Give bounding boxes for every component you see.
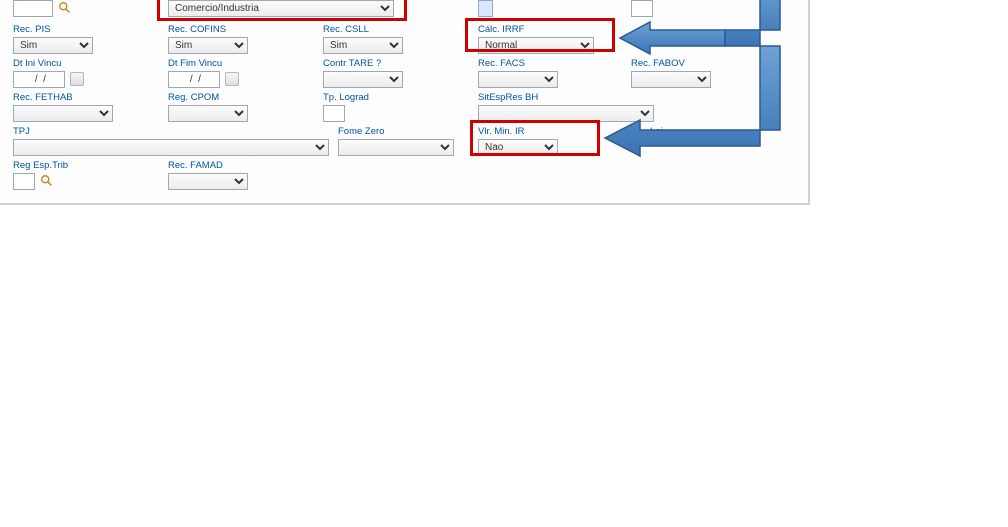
field-top-ir-check [478, 0, 493, 17]
field-contr-tare: Contr TARE ? [323, 58, 403, 88]
dt-ini-label: Dt Ini Vincu [13, 58, 84, 69]
reg-cpom-select[interactable] [168, 105, 248, 122]
search-icon[interactable] [40, 174, 54, 188]
field-rec-facs: Rec. FACS [478, 58, 558, 88]
fome-zero-label: Fome Zero [338, 126, 454, 137]
calc-irrf-select[interactable]: Normal [478, 37, 594, 54]
lei-small-input[interactable] [631, 0, 653, 17]
rec-fabov-select[interactable] [631, 71, 711, 88]
top-code-input[interactable] [13, 0, 53, 17]
field-sitespres: SitEspRes BH [478, 92, 654, 122]
contr-tare-select[interactable] [323, 71, 403, 88]
rec-facs-label: Rec. FACS [478, 58, 558, 69]
reg-cpom-label: Reg. CPOM [168, 92, 248, 103]
calendar-icon[interactable] [225, 72, 239, 86]
rec-fethab-select[interactable] [13, 105, 113, 122]
field-top-code [13, 0, 72, 17]
tpj-label: TPJ [13, 126, 329, 137]
field-lei: Lei [650, 126, 663, 139]
industry-select[interactable]: Comercio/Industria [168, 0, 394, 17]
field-rec-fethab: Rec. FETHAB [13, 92, 113, 122]
field-reg-esp-trib: Reg Esp.Trib [13, 160, 68, 190]
field-top-industry: Comercio/Industria [168, 0, 394, 17]
rec-facs-select[interactable] [478, 71, 558, 88]
rec-pis-select[interactable]: Sim [13, 37, 93, 54]
sitespres-select[interactable] [478, 105, 654, 122]
field-rec-pis: Rec. PIS Sim [13, 24, 93, 54]
rec-csll-select[interactable]: Sim [323, 37, 403, 54]
ir-small-input[interactable] [478, 0, 493, 17]
reg-esp-trib-input[interactable] [13, 173, 35, 190]
field-tpj: TPJ [13, 126, 329, 156]
rec-cofins-label: Rec. COFINS [168, 24, 248, 35]
rec-csll-label: Rec. CSLL [323, 24, 403, 35]
field-tp-lograd: Tp. Lograd [323, 92, 369, 122]
dt-ini-input[interactable] [13, 71, 65, 88]
tp-lograd-label: Tp. Lograd [323, 92, 369, 103]
contr-tare-label: Contr TARE ? [323, 58, 403, 69]
dt-fim-input[interactable] [168, 71, 220, 88]
field-rec-cofins: Rec. COFINS Sim [168, 24, 248, 54]
search-icon[interactable] [58, 1, 72, 15]
rec-famad-label: Rec. FAMAD [168, 160, 248, 171]
tpj-select[interactable] [13, 139, 329, 156]
vlr-min-ir-select[interactable]: Nao [478, 139, 558, 156]
field-calc-irrf: Cálc. IRRF Normal [478, 24, 594, 54]
rec-famad-select[interactable] [168, 173, 248, 190]
reg-esp-trib-label: Reg Esp.Trib [13, 160, 68, 171]
rec-fabov-label: Rec. FABOV [631, 58, 711, 69]
field-fome-zero: Fome Zero [338, 126, 454, 156]
field-rec-csll: Rec. CSLL Sim [323, 24, 403, 54]
field-rec-famad: Rec. FAMAD [168, 160, 248, 190]
vlr-min-ir-label: Vlr. Min. IR [478, 126, 558, 137]
rec-fethab-label: Rec. FETHAB [13, 92, 113, 103]
field-vlr-min-ir: Vlr. Min. IR Nao [478, 126, 558, 156]
rec-cofins-select[interactable]: Sim [168, 37, 248, 54]
tp-lograd-input[interactable] [323, 105, 345, 122]
field-top-lei-input [631, 0, 653, 17]
form-panel: Comercio/Industria Rec. PIS Sim Rec. COF… [0, 0, 810, 205]
fome-zero-select[interactable] [338, 139, 454, 156]
lei-label: Lei [650, 126, 663, 137]
rec-pis-label: Rec. PIS [13, 24, 93, 35]
field-rec-fabov: Rec. FABOV [631, 58, 711, 88]
dt-fim-label: Dt Fim Vincu [168, 58, 239, 69]
field-dt-ini: Dt Ini Vincu [13, 58, 84, 88]
field-reg-cpom: Reg. CPOM [168, 92, 248, 122]
sitespres-label: SitEspRes BH [478, 92, 654, 103]
calendar-icon[interactable] [70, 72, 84, 86]
field-dt-fim: Dt Fim Vincu [168, 58, 239, 88]
calc-irrf-label: Cálc. IRRF [478, 24, 594, 35]
